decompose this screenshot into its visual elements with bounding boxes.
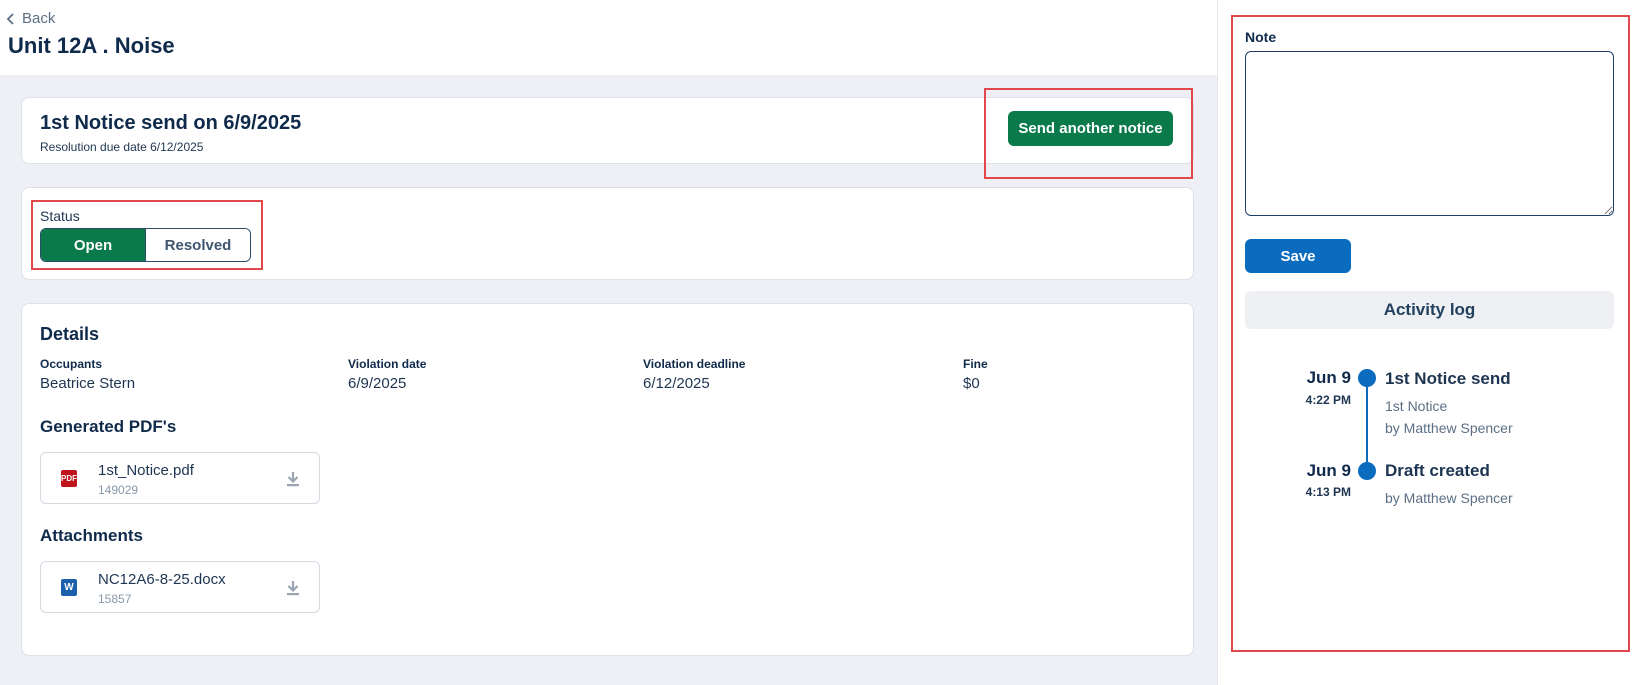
activity-author: by Matthew Spencer <box>1385 420 1513 436</box>
file-item[interactable]: PDF 1st_Notice.pdf 149029 <box>40 452 320 504</box>
word-icon: W <box>61 579 77 596</box>
page-title: Unit 12A . Noise <box>8 33 175 58</box>
activity-date: Jun 9 <box>1306 461 1351 480</box>
download-icon[interactable] <box>285 470 301 488</box>
violation-date-value: 6/9/2025 <box>348 375 407 392</box>
activity-author: by Matthew Spencer <box>1385 490 1513 506</box>
back-label: Back <box>22 10 56 27</box>
activity-title: Draft created <box>1385 461 1490 480</box>
note-input[interactable] <box>1245 51 1614 216</box>
notice-title: 1st Notice send on 6/9/2025 <box>40 112 302 134</box>
status-label: Status <box>40 208 80 224</box>
status-card: Status Open Resolved <box>21 187 1194 280</box>
occupants-value: Beatrice Stern <box>40 375 136 392</box>
activity-time: 4:13 PM <box>1305 485 1351 499</box>
timeline-dot <box>1358 462 1376 480</box>
file-name: 1st_Notice.pdf <box>98 462 194 479</box>
resolution-due-date: Resolution due date 6/12/2025 <box>40 140 204 154</box>
violation-deadline-value: 6/12/2025 <box>643 375 710 392</box>
generated-pdfs-heading: Generated PDF's <box>40 417 177 436</box>
activity-title: 1st Notice send <box>1385 369 1511 388</box>
timeline-line <box>1366 378 1368 471</box>
details-heading: Details <box>40 324 100 344</box>
occupants-label: Occupants <box>40 357 103 371</box>
send-another-notice-button[interactable]: Send another notice <box>1008 111 1173 146</box>
file-name: NC12A6-8-25.docx <box>98 571 226 588</box>
chevron-left-icon <box>6 12 14 25</box>
attachments-heading: Attachments <box>40 526 143 545</box>
status-option-resolved[interactable]: Resolved <box>145 229 250 261</box>
file-size: 15857 <box>98 592 132 606</box>
activity-detail: 1st Notice <box>1385 398 1448 414</box>
timeline-dot <box>1358 369 1376 387</box>
activity-time: 4:22 PM <box>1305 393 1351 407</box>
pdf-icon: PDF <box>61 470 77 487</box>
save-button[interactable]: Save <box>1245 239 1351 273</box>
back-link[interactable]: Back <box>6 10 55 27</box>
details-card: Details Occupants Beatrice Stern Violati… <box>21 303 1194 656</box>
download-icon[interactable] <box>285 579 301 597</box>
fine-label: Fine <box>963 357 988 371</box>
activity-date: Jun 9 <box>1306 368 1351 387</box>
status-toggle: Open Resolved <box>40 228 251 262</box>
status-option-open[interactable]: Open <box>41 229 145 261</box>
note-label: Note <box>1245 29 1277 45</box>
activity-log-heading: Activity log <box>1245 291 1614 329</box>
page-header: Back Unit 12A . Noise <box>0 0 1217 75</box>
file-item[interactable]: W NC12A6-8-25.docx 15857 <box>40 561 320 613</box>
violation-date-label: Violation date <box>348 357 427 371</box>
fine-value: $0 <box>963 375 980 392</box>
file-size: 149029 <box>98 483 139 497</box>
violation-deadline-label: Violation deadline <box>643 357 746 371</box>
